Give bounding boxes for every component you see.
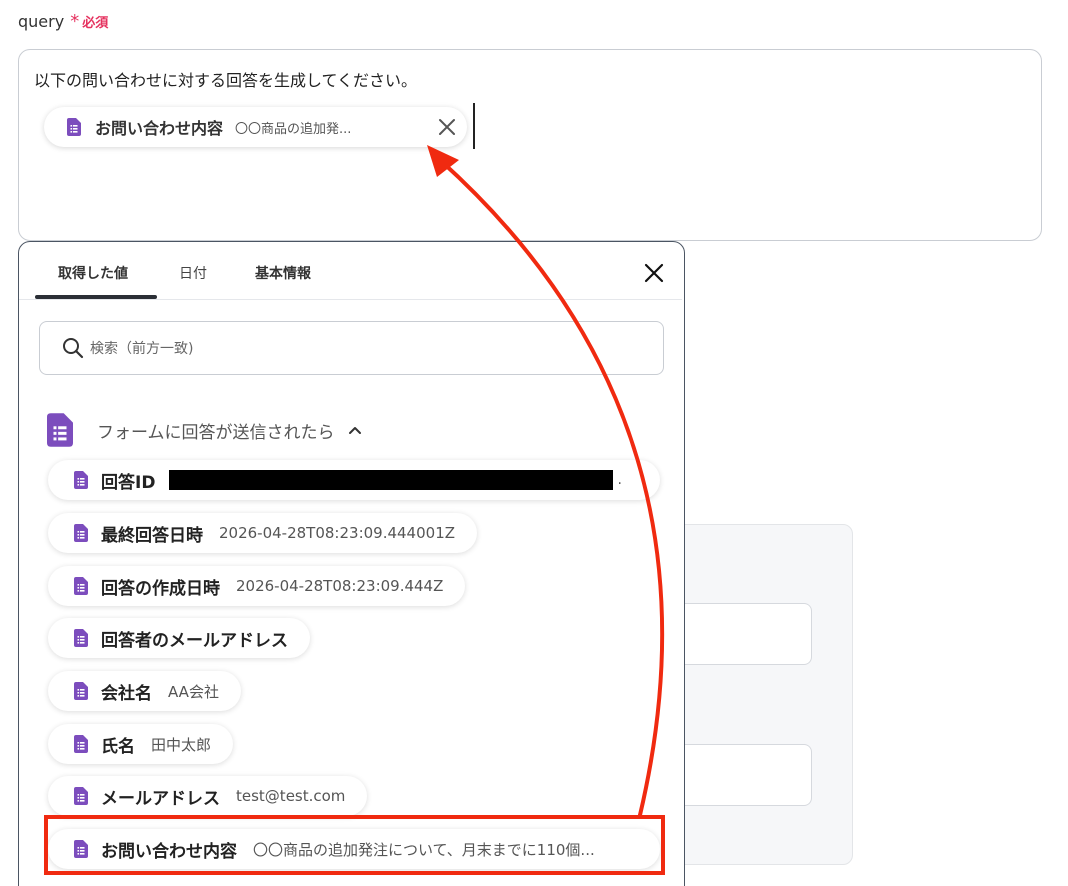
item-label: 回答の作成日時 bbox=[101, 578, 220, 599]
list-item-company-name[interactable]: 会社名 AA会社 bbox=[48, 671, 241, 711]
google-forms-doc-icon bbox=[74, 524, 88, 542]
search-icon bbox=[63, 338, 84, 359]
google-forms-doc-icon bbox=[67, 118, 81, 136]
redacted-value bbox=[169, 470, 614, 490]
list-item-full-name[interactable]: 氏名 田中太郎 bbox=[48, 724, 234, 764]
close-icon[interactable] bbox=[643, 262, 665, 284]
item-label: 最終回答日時 bbox=[101, 525, 203, 546]
required-star-icon: * bbox=[70, 11, 80, 32]
query-label-text: query bbox=[18, 12, 65, 31]
annotation-highlight-box bbox=[44, 815, 665, 875]
form-trigger-group-header[interactable]: フォームに回答が送信されたら bbox=[47, 412, 363, 448]
list-item-email[interactable]: メールアドレス test@test.com bbox=[48, 776, 368, 816]
search-input[interactable]: 検索（前方一致) bbox=[39, 321, 664, 375]
item-value: 2026-04-28T08:23:09.444001Z bbox=[219, 524, 456, 542]
tab-date[interactable]: 日付 bbox=[179, 263, 207, 283]
google-forms-doc-icon bbox=[47, 413, 73, 447]
item-label: 回答者のメールアドレス bbox=[101, 630, 288, 651]
list-item-respondent-email[interactable]: 回答者のメールアドレス bbox=[48, 618, 310, 658]
active-tab-indicator bbox=[35, 295, 157, 299]
item-value: 田中太郎 bbox=[151, 735, 212, 754]
chevron-up-icon[interactable] bbox=[347, 422, 363, 438]
item-value: . bbox=[617, 472, 622, 488]
required-badge: 必須 bbox=[82, 16, 109, 31]
variable-picker-panel: 取得した値 日付 基本情報 検索（前方一致) フォームに回答が送信されたら 回答… bbox=[18, 241, 685, 886]
chip-value: 〇〇商品の追加発... bbox=[235, 121, 352, 137]
list-item-last-response-time[interactable]: 最終回答日時 2026-04-28T08:23:09.444001Z bbox=[48, 513, 478, 553]
item-label: 氏名 bbox=[101, 736, 135, 757]
tab-bar: 取得した値 日付 基本情報 bbox=[19, 242, 682, 300]
item-label: メールアドレス bbox=[101, 788, 220, 809]
query-variable-chip[interactable]: お問い合わせ内容 〇〇商品の追加発... bbox=[44, 107, 467, 147]
google-forms-doc-icon bbox=[74, 787, 88, 805]
query-field-label: query * 必須 bbox=[18, 11, 108, 32]
google-forms-doc-icon bbox=[74, 577, 88, 595]
google-forms-doc-icon bbox=[74, 629, 88, 647]
item-value: test@test.com bbox=[236, 787, 346, 805]
item-label: 会社名 bbox=[101, 683, 152, 704]
google-forms-doc-icon bbox=[74, 735, 88, 753]
google-forms-doc-icon bbox=[74, 471, 88, 489]
tab-basic-info[interactable]: 基本情報 bbox=[255, 263, 311, 283]
background-input[interactable] bbox=[675, 603, 812, 665]
item-label: 回答ID bbox=[101, 472, 156, 493]
query-text: 以下の問い合わせに対する回答を生成してください。 bbox=[34, 71, 418, 90]
group-label: フォームに回答が送信されたら bbox=[97, 422, 335, 443]
tab-acquired-values[interactable]: 取得した値 bbox=[58, 263, 128, 283]
google-forms-doc-icon bbox=[74, 682, 88, 700]
background-input[interactable] bbox=[675, 744, 812, 806]
list-item-response-id[interactable]: 回答ID . bbox=[48, 460, 660, 500]
item-value: 2026-04-28T08:23:09.444Z bbox=[236, 577, 444, 595]
background-card bbox=[675, 524, 853, 865]
list-item-response-created-time[interactable]: 回答の作成日時 2026-04-28T08:23:09.444Z bbox=[48, 566, 466, 606]
chip-label: お問い合わせ内容 bbox=[95, 119, 224, 138]
search-placeholder: 検索（前方一致) bbox=[90, 341, 194, 357]
close-icon[interactable] bbox=[437, 117, 457, 137]
text-cursor bbox=[473, 103, 475, 149]
query-textarea[interactable]: 以下の問い合わせに対する回答を生成してください。 お問い合わせ内容 〇〇商品の追… bbox=[18, 49, 1042, 241]
item-value: AA会社 bbox=[168, 682, 219, 701]
